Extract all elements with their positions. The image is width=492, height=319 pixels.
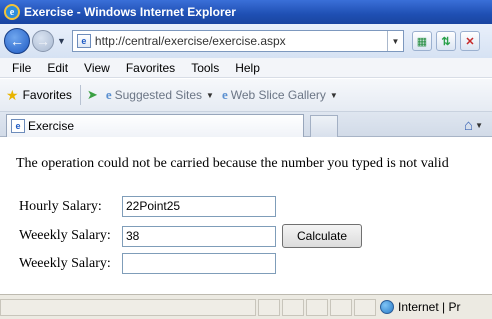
address-dropdown-button[interactable]: ▼ [386,31,403,51]
weekly-salary-label-1: Weeekly Salary: [19,228,111,243]
status-panel [330,298,352,316]
refresh-icon: ⇅ [441,35,451,48]
star-icon: ★ [6,86,19,103]
compatibility-view-button[interactable]: ▦ [411,31,432,51]
calculate-button[interactable]: Calculate [282,224,362,248]
status-text-panel [0,298,256,316]
navigation-bar: ← → ▼ e http://central/exercise/exercise… [0,24,492,58]
weekly-salary-row-2: Weeekly Salary: [19,253,276,274]
address-url[interactable]: http://central/exercise/exercise.aspx [95,34,387,48]
hourly-salary-input[interactable]: 22Point25 [122,196,276,217]
address-bar[interactable]: e http://central/exercise/exercise.aspx … [71,30,404,52]
weekly-salary-row-1: Weeekly Salary: 38 Calculate [19,224,362,248]
home-icon: ⌂ [464,116,474,134]
web-slice-gallery-button[interactable]: e Web Slice Gallery ▼ [222,87,338,103]
window-title: Exercise - Windows Internet Explorer [24,5,236,19]
zone-label: Internet | Pr [398,300,461,314]
tab-bar: e Exercise ⌂ ▼ [0,112,492,137]
stop-button[interactable]: ✕ [459,31,480,51]
menu-view[interactable]: View [84,61,110,75]
favorites-label: Favorites [22,88,72,102]
forward-button[interactable]: → [32,30,54,52]
menu-file[interactable]: File [12,61,31,75]
favorites-bar: ★ Favorites ➤ e Suggested Sites ▼ e Web … [0,79,492,112]
status-panel [354,298,376,316]
page-content: The operation could not be carried becau… [0,138,492,294]
menu-edit[interactable]: Edit [47,61,68,75]
toolbar-separator [79,85,81,105]
add-to-favorites-icon[interactable]: ➤ [87,87,98,103]
page-icon: e [76,34,91,48]
status-bar: Internet | Pr [0,294,492,319]
close-icon: ✕ [465,35,475,48]
globe-icon [380,300,394,314]
suggested-sites-label: Suggested Sites [114,88,203,102]
history-dropdown[interactable]: ▼ [57,36,66,46]
ie-logo-icon: e [4,4,20,20]
back-button[interactable]: ← [4,28,30,54]
weekly-salary-input-1[interactable]: 38 [122,225,276,247]
status-panel [306,298,328,316]
error-message: The operation could not be carried becau… [16,156,449,171]
web-slice-gallery-label: Web Slice Gallery [230,88,326,102]
weekly-salary-input-2[interactable] [122,253,276,274]
home-button[interactable]: ⌂ ▼ [464,115,492,135]
tab-exercise[interactable]: e Exercise [6,114,304,137]
hourly-salary-row: Hourly Salary: 22Point25 [19,196,276,217]
menu-favorites[interactable]: Favorites [126,61,175,75]
page-icon: e [11,119,25,133]
new-tab-button[interactable] [310,115,338,137]
compatibility-icon: ▦ [416,35,428,48]
title-bar: e Exercise - Windows Internet Explorer [0,0,492,24]
tab-label: Exercise [28,119,75,133]
status-panel [258,298,280,316]
chevron-down-icon: ▼ [475,120,483,130]
menu-tools[interactable]: Tools [191,61,219,75]
menu-bar: File Edit View Favorites Tools Help [0,58,492,78]
favorites-button[interactable]: ★ Favorites [6,87,72,104]
status-panel [282,298,304,316]
ie-page-icon: e [105,87,112,102]
ie-page-icon: e [221,87,228,102]
arrow-right-icon: → [36,33,50,49]
arrow-left-icon: ← [10,33,24,49]
menu-help[interactable]: Help [235,61,260,75]
security-zone[interactable]: Internet | Pr [380,300,460,314]
weekly-salary-label-2: Weeekly Salary: [19,255,111,271]
chevron-down-icon: ▼ [329,90,338,100]
chevron-down-icon: ▼ [206,90,214,100]
refresh-button[interactable]: ⇅ [435,31,456,51]
suggested-sites-button[interactable]: e Suggested Sites ▼ [106,87,214,103]
hourly-salary-label: Hourly Salary: [19,198,102,214]
